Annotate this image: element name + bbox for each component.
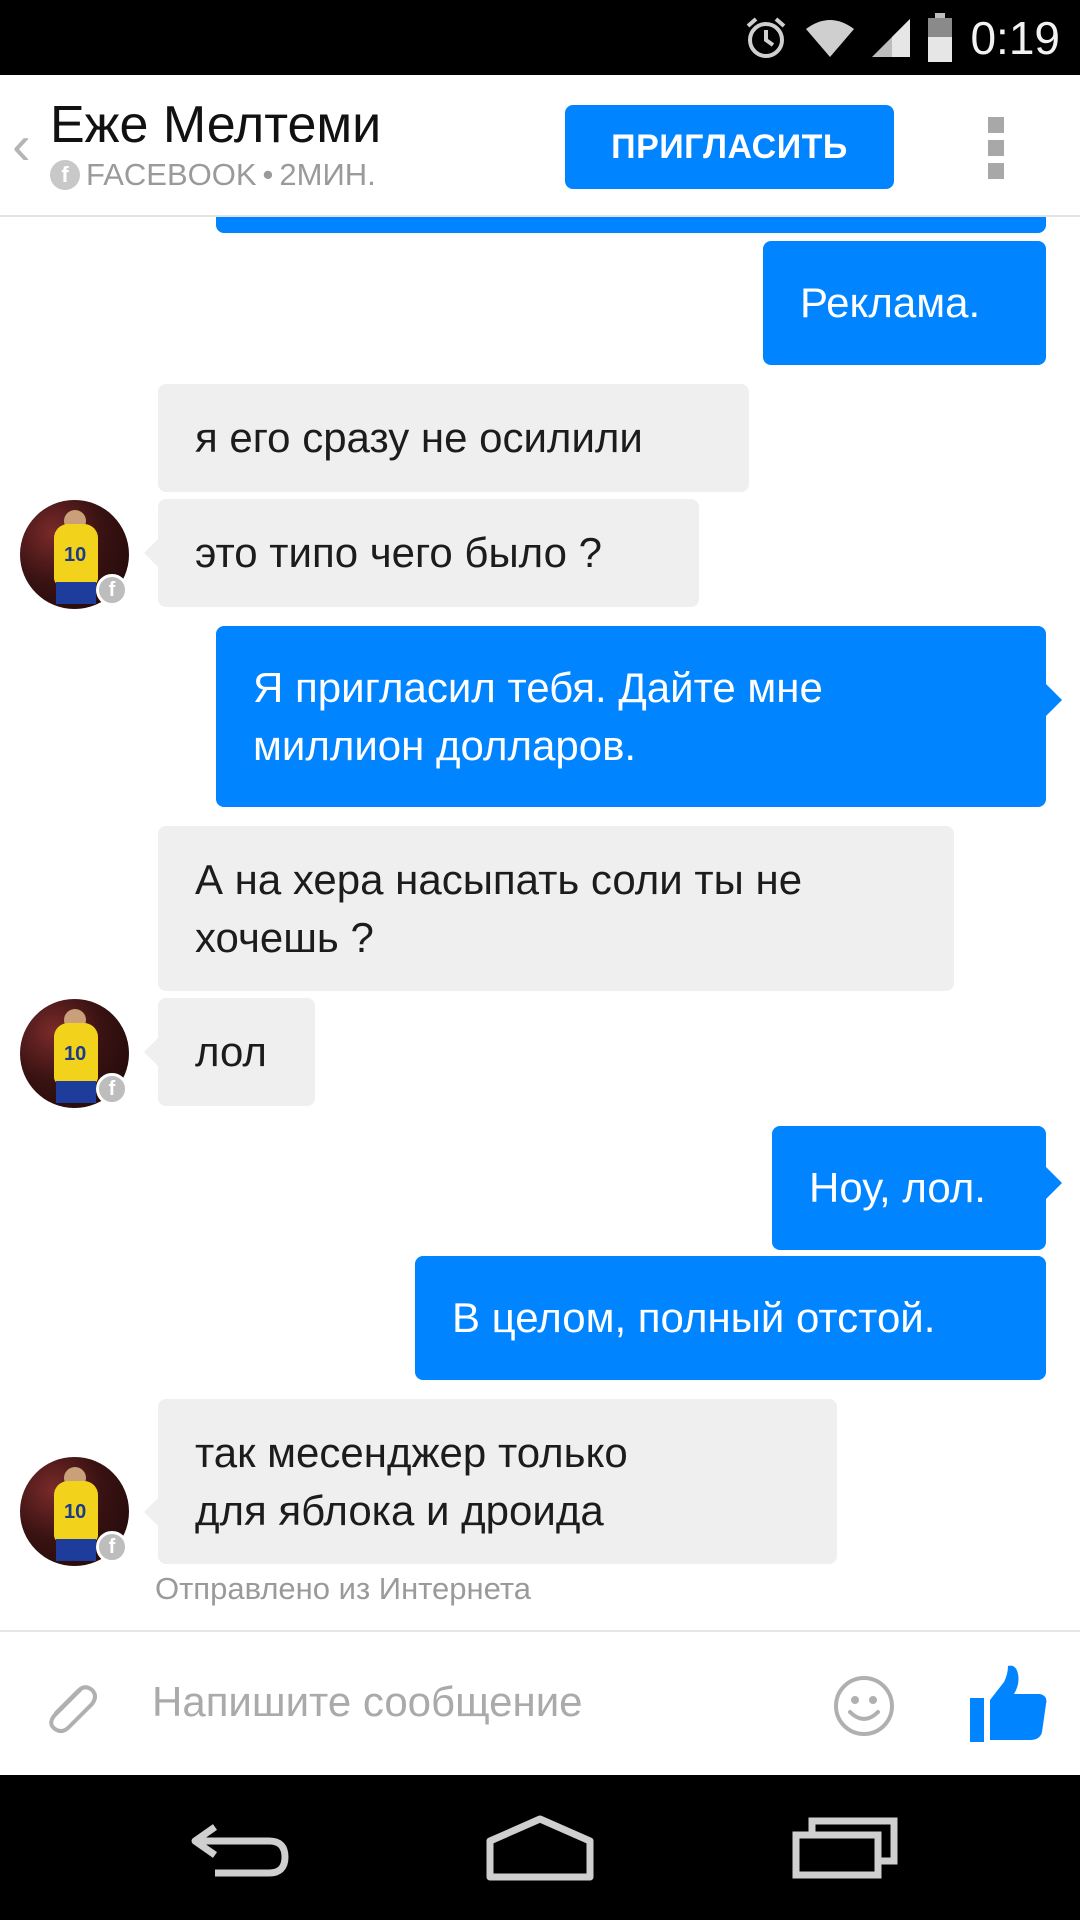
message-bubble-incoming[interactable]: А на хера насыпать соли ты не хочешь ?	[158, 826, 954, 991]
message-text: Ноу, лол.	[809, 1164, 986, 1211]
signal-icon	[870, 17, 912, 59]
message-input[interactable]	[150, 1662, 790, 1742]
message-text: так месенджер только для яблока и дроида	[195, 1428, 628, 1534]
message-text: лол	[195, 1028, 267, 1075]
conversation-header: ‹ Еже Мелтеми f FACEBOOK • 2МИН. ПРИГЛАС…	[0, 75, 1080, 217]
jersey-number: 10	[64, 544, 87, 566]
facebook-badge-icon: f	[96, 574, 128, 606]
facebook-badge-icon: f	[96, 1073, 128, 1105]
back-chevron-icon[interactable]: ‹	[12, 117, 31, 173]
message-bubble-outgoing[interactable]: В целом, полный отстой.	[415, 1256, 1046, 1380]
message-composer	[0, 1630, 1080, 1775]
sent-from-label: Отправлено из Интернета	[155, 1571, 531, 1606]
message-bubble-partial	[216, 217, 1046, 233]
message-text: Реклама.	[800, 279, 981, 326]
contact-avatar[interactable]: 10 f	[20, 999, 129, 1108]
message-bubble-outgoing[interactable]: Я пригласил тебя. Дайте мне миллион долл…	[216, 626, 1046, 807]
contact-name[interactable]: Еже Мелтеми	[50, 95, 381, 155]
contact-avatar[interactable]: 10 f	[20, 1457, 129, 1566]
source-label: FACEBOOK	[86, 157, 257, 192]
back-icon[interactable]	[185, 1813, 295, 1888]
message-bubble-incoming[interactable]: это типо чего было ?	[158, 499, 699, 607]
message-bubble-incoming[interactable]: так месенджер только для яблока и дроида	[158, 1399, 837, 1564]
system-nav-bar	[0, 1775, 1080, 1920]
message-bubble-outgoing[interactable]: Реклама.	[763, 241, 1046, 365]
message-bubble-incoming[interactable]: я его сразу не осилили	[158, 384, 749, 492]
facebook-icon: f	[50, 160, 80, 190]
paperclip-icon[interactable]	[38, 1674, 102, 1743]
message-text: Я пригласил тебя. Дайте мне миллион долл…	[253, 663, 823, 769]
facebook-badge-icon: f	[96, 1531, 128, 1563]
wifi-icon	[804, 17, 856, 59]
message-list[interactable]: Реклама. я его сразу не осилили это типо…	[0, 217, 1080, 1630]
contact-subline: f FACEBOOK • 2МИН.	[50, 157, 376, 193]
more-options-icon[interactable]	[985, 117, 1007, 179]
battery-icon	[926, 12, 954, 63]
message-text: В целом, полный отстой.	[452, 1294, 936, 1341]
status-bar: 0:19	[0, 0, 1080, 75]
emoji-icon[interactable]	[832, 1674, 896, 1743]
invite-button[interactable]: ПРИГЛАСИТЬ	[565, 105, 894, 189]
bubble-tail	[144, 1038, 158, 1066]
thumbs-up-icon[interactable]	[968, 1662, 1048, 1751]
message-text: я его сразу не осилили	[195, 414, 643, 461]
bubble-tail	[1046, 1167, 1062, 1199]
recent-apps-icon[interactable]	[790, 1813, 900, 1888]
last-active: 2МИН.	[279, 157, 376, 192]
bubble-tail	[1046, 684, 1062, 716]
separator-dot: •	[262, 157, 274, 192]
jersey-number: 10	[64, 1043, 87, 1065]
clock: 0:19	[970, 11, 1060, 64]
alarm-icon	[742, 14, 790, 62]
message-bubble-outgoing[interactable]: Ноу, лол.	[772, 1126, 1046, 1250]
message-bubble-incoming[interactable]: лол	[158, 998, 315, 1106]
contact-avatar[interactable]: 10 f	[20, 500, 129, 609]
bubble-tail	[144, 1498, 158, 1526]
jersey-number: 10	[64, 1501, 87, 1523]
home-icon[interactable]	[484, 1813, 596, 1888]
message-text: А на хера насыпать соли ты не хочешь ?	[195, 855, 803, 961]
bubble-tail	[144, 539, 158, 567]
message-text: это типо чего было ?	[195, 529, 603, 576]
